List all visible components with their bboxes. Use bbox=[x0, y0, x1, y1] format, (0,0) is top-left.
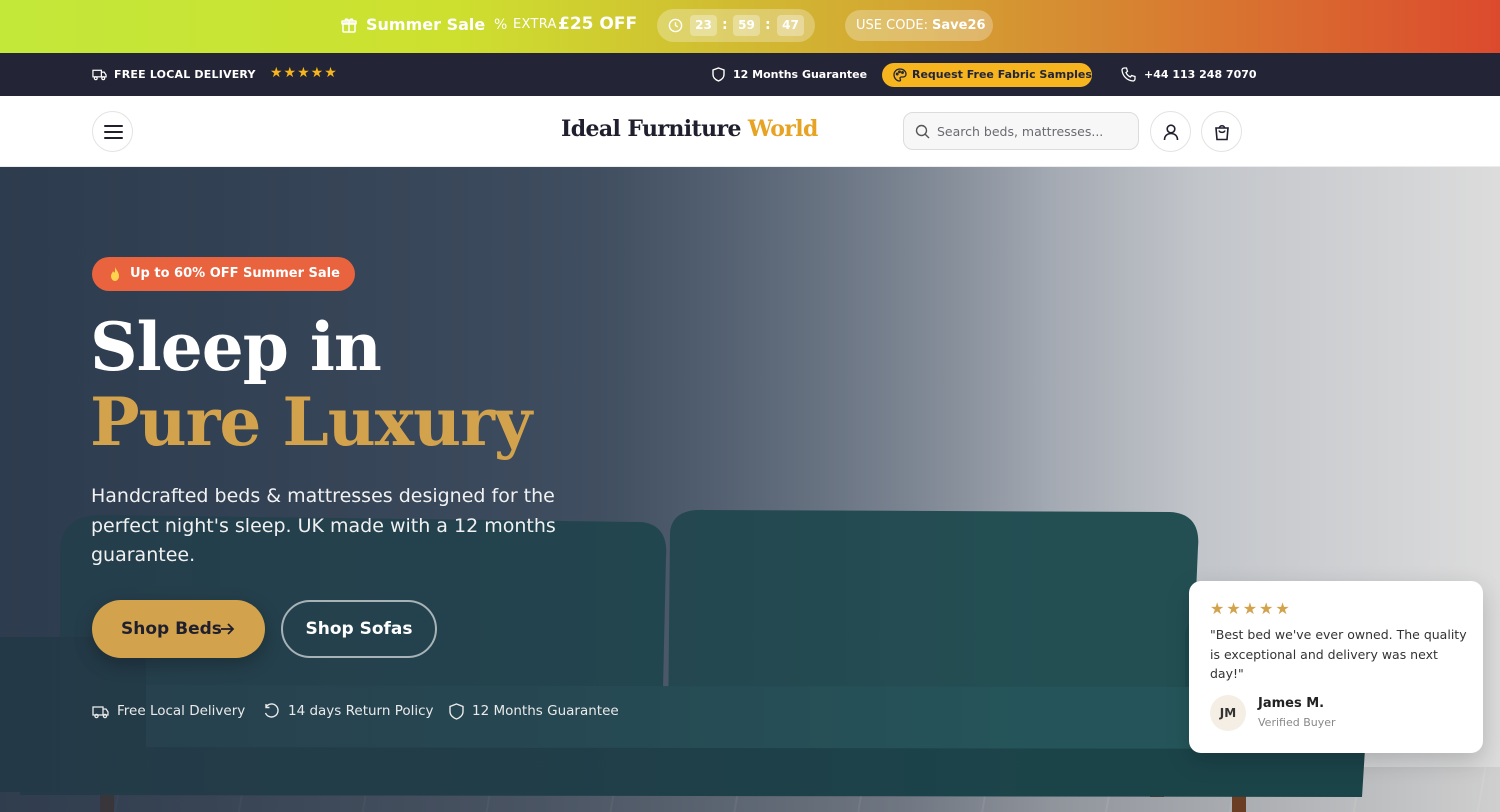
shield-icon bbox=[449, 703, 464, 720]
sale-badge: Up to 60% OFF Summer Sale bbox=[92, 257, 355, 291]
arrow-right-icon bbox=[221, 623, 235, 635]
hero-subtitle: Handcrafted beds & mattresses designed f… bbox=[91, 485, 556, 566]
extra-label: EXTRA bbox=[513, 17, 557, 32]
shopping-bag-icon bbox=[1215, 124, 1229, 141]
logo-accent-text: World bbox=[747, 116, 819, 142]
percent-icon: % bbox=[494, 17, 508, 33]
shop-beds-label: Shop Beds bbox=[121, 619, 222, 639]
timer-separator: : bbox=[765, 17, 771, 33]
hamburger-icon bbox=[104, 125, 123, 127]
site-logo[interactable]: Ideal Furniture World bbox=[561, 116, 818, 142]
promo-code-value: Save26 bbox=[932, 18, 986, 33]
promo-banner: Summer Sale % EXTRA £25 OFF 23 : 59 : 47… bbox=[0, 0, 1500, 53]
hero-section: Up to 60% OFF Summer Sale Sleep in Pure … bbox=[0, 167, 1500, 812]
truck-icon bbox=[92, 69, 107, 81]
phone-icon bbox=[1121, 67, 1136, 82]
palette-icon bbox=[893, 68, 907, 82]
clock-icon bbox=[668, 18, 683, 33]
account-button[interactable] bbox=[1150, 111, 1191, 152]
menu-button[interactable] bbox=[92, 111, 133, 152]
avatar: JM bbox=[1210, 695, 1246, 731]
fabric-button-label: Request Free Fabric Samples bbox=[912, 68, 1092, 81]
promo-code-pill[interactable]: USE CODE: Save26 bbox=[845, 10, 993, 41]
timer-minutes: 59 bbox=[733, 15, 760, 36]
feature-free-delivery: Free Local Delivery bbox=[117, 703, 246, 719]
review-card: ★★★★★ "Best bed we've ever owned. The qu… bbox=[1189, 581, 1483, 753]
review-quote: "Best bed we've ever owned. The quality … bbox=[1210, 627, 1467, 681]
fire-icon bbox=[111, 267, 119, 281]
shield-icon bbox=[712, 67, 725, 82]
timer-separator: : bbox=[722, 17, 728, 33]
cart-button[interactable] bbox=[1201, 111, 1242, 152]
search-icon bbox=[915, 124, 930, 139]
countdown-timer: 23 : 59 : 47 bbox=[657, 9, 815, 42]
return-icon bbox=[264, 703, 279, 718]
gift-icon bbox=[341, 18, 357, 33]
reviewer-role: Verified Buyer bbox=[1258, 716, 1336, 729]
shop-sofas-label: Shop Sofas bbox=[305, 619, 413, 639]
hamburger-icon bbox=[104, 137, 123, 139]
hero-title-line2: Pure Luxury bbox=[90, 383, 532, 461]
shop-sofas-button[interactable]: Shop Sofas bbox=[281, 600, 437, 658]
info-bar: FREE LOCAL DELIVERY ★★★★★ 12 Months Guar… bbox=[0, 53, 1500, 96]
truck-icon bbox=[92, 706, 109, 719]
site-header: Ideal Furniture World bbox=[0, 96, 1500, 167]
sale-badge-text: Up to 60% OFF Summer Sale bbox=[130, 266, 340, 281]
search-input[interactable] bbox=[937, 120, 1133, 142]
timer-seconds: 47 bbox=[777, 15, 804, 36]
summer-sale-label: Summer Sale bbox=[366, 15, 486, 34]
feature-return-policy: 14 days Return Policy bbox=[288, 703, 434, 719]
logo-main-text: Ideal Furniture bbox=[561, 116, 741, 142]
timer-hours: 23 bbox=[690, 15, 717, 36]
shop-beds-button[interactable]: Shop Beds bbox=[92, 600, 265, 658]
hamburger-icon bbox=[104, 131, 123, 133]
reviewer-name: James M. bbox=[1258, 696, 1325, 711]
promo-code-label: USE CODE: bbox=[856, 18, 929, 33]
free-delivery-label: FREE LOCAL DELIVERY bbox=[114, 68, 256, 81]
discount-amount: £25 OFF bbox=[558, 14, 638, 34]
phone-number-link[interactable]: +44 113 248 7070 bbox=[1144, 68, 1257, 81]
user-icon bbox=[1163, 124, 1179, 141]
review-stars: ★★★★★ bbox=[1210, 599, 1292, 618]
rating-stars: ★★★★★ bbox=[270, 65, 338, 81]
hero-title-line1: Sleep in bbox=[90, 308, 382, 386]
request-fabric-samples-button[interactable]: Request Free Fabric Samples bbox=[882, 63, 1092, 87]
feature-guarantee: 12 Months Guarantee bbox=[472, 703, 619, 719]
search-box bbox=[903, 112, 1139, 150]
guarantee-label: 12 Months Guarantee bbox=[733, 68, 868, 81]
